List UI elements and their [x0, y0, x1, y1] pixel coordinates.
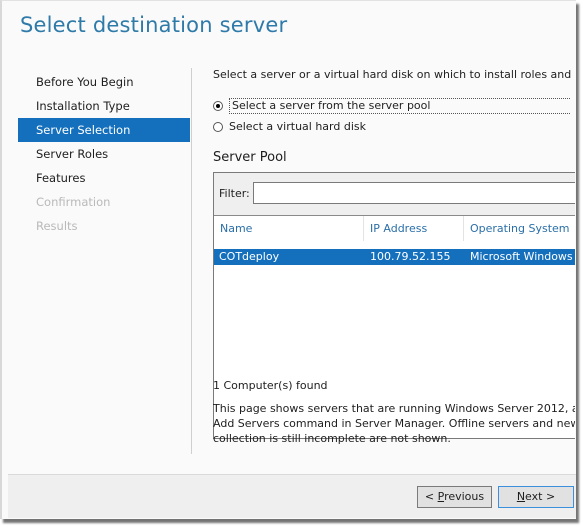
column-header-operating-system[interactable]: Operating System	[464, 216, 575, 241]
cell-operating-system: Microsoft Windows	[470, 250, 573, 263]
description-text: This page shows servers that are running…	[213, 401, 575, 446]
intro-text: Select a server or a virtual hard disk o…	[213, 68, 575, 81]
next-label: ext >	[525, 490, 556, 503]
cell-name: COTdeploy	[219, 250, 280, 263]
radio-unchecked-icon[interactable]	[213, 122, 223, 132]
previous-prefix: <	[424, 490, 438, 503]
sidebar-item-features[interactable]: Features	[18, 166, 190, 190]
page-title: Select destination server	[20, 13, 288, 37]
filter-bar: Filter:	[214, 173, 575, 216]
sidebar-divider	[191, 68, 192, 454]
computers-found-count: 1 Computer(s) found	[213, 379, 328, 392]
description-line: collection is still incomplete are not s…	[213, 432, 451, 445]
radio-checked-icon[interactable]	[213, 101, 223, 111]
filter-input[interactable]	[253, 182, 575, 204]
grid-header: Name IP Address Operating System	[214, 216, 575, 241]
next-accelerator: N	[516, 490, 526, 503]
radio-virtual-hard-disk[interactable]: Select a virtual hard disk	[213, 118, 366, 136]
radio-server-pool[interactable]: Select a server from the server pool	[213, 97, 570, 115]
column-header-name[interactable]: Name	[214, 216, 364, 241]
cell-ip-address: 100.79.52.155	[370, 250, 451, 263]
column-header-ip-address[interactable]: IP Address	[364, 216, 464, 241]
sidebar-item-server-roles[interactable]: Server Roles	[18, 142, 190, 166]
server-pool-heading: Server Pool	[213, 150, 287, 165]
description-line: This page shows servers that are running…	[213, 402, 575, 415]
radio-virtual-hard-disk-label[interactable]: Select a virtual hard disk	[229, 118, 366, 136]
radio-server-pool-label[interactable]: Select a server from the server pool	[229, 98, 570, 114]
wizard-footer: < Previous Next >	[8, 475, 576, 518]
table-row[interactable]: COTdeploy 100.79.52.155 Microsoft Window…	[214, 249, 575, 265]
filter-label: Filter:	[219, 187, 250, 200]
wizard-window: Select destination server Before You Beg…	[0, 0, 576, 519]
server-pool-grid: Filter: Name IP Address Operating System…	[213, 172, 575, 439]
wizard-steps-nav: Before You Begin Installation Type Serve…	[18, 70, 190, 238]
sidebar-item-server-selection[interactable]: Server Selection	[18, 118, 190, 142]
sidebar-item-installation-type[interactable]: Installation Type	[18, 94, 190, 118]
next-button[interactable]: Next >	[498, 486, 574, 508]
description-line: Add Servers command in Server Manager. O…	[213, 417, 575, 430]
main-content: Select a server or a virtual hard disk o…	[213, 68, 575, 445]
sidebar-item-confirmation: Confirmation	[36, 195, 111, 209]
previous-label: revious	[444, 490, 485, 503]
previous-button[interactable]: < Previous	[417, 486, 492, 508]
sidebar-item-results: Results	[36, 219, 78, 233]
sidebar-item-before-you-begin[interactable]: Before You Begin	[18, 70, 190, 94]
